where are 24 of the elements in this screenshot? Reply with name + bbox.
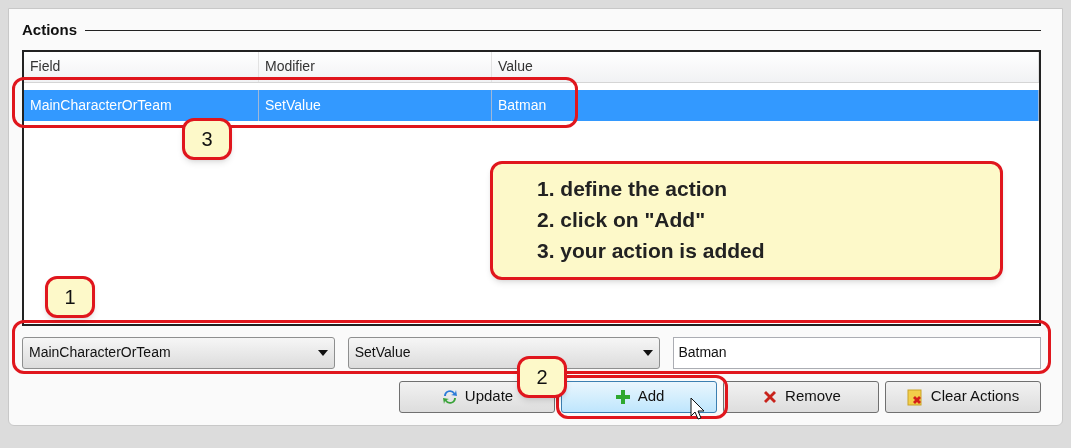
- note-line: 3. your action is added: [537, 238, 766, 264]
- refresh-icon: [440, 387, 459, 406]
- note-line: 2. click on "Add": [537, 207, 707, 233]
- value-input[interactable]: Batman: [673, 336, 1041, 369]
- group-title: Actions: [22, 20, 77, 40]
- remove-button[interactable]: Remove: [723, 380, 879, 413]
- dropdown-arrow-icon: [317, 349, 328, 356]
- list-cell: Batman: [492, 89, 1039, 121]
- step-number-tooltip: 1: [45, 276, 95, 318]
- step-number-tooltip: 2: [517, 356, 567, 398]
- plus-icon: [613, 387, 632, 406]
- mouse-cursor-icon: [690, 397, 706, 421]
- note-line: 1. define the action: [537, 176, 729, 202]
- column-header[interactable]: Field: [24, 51, 259, 82]
- list-cell: SetValue: [259, 89, 492, 121]
- dropdown[interactable]: SetValue: [347, 336, 661, 369]
- dropdown[interactable]: MainCharacterOrTeam: [22, 336, 335, 369]
- add-button[interactable]: Add: [561, 380, 717, 413]
- column-header[interactable]: Modifier: [259, 51, 492, 82]
- step-number-tooltip: 3: [182, 118, 232, 160]
- clear-button[interactable]: Clear Actions: [885, 380, 1041, 413]
- column-header[interactable]: Value: [492, 51, 1039, 82]
- dropdown-arrow-icon: [643, 349, 654, 356]
- clear-list-icon: [906, 387, 925, 406]
